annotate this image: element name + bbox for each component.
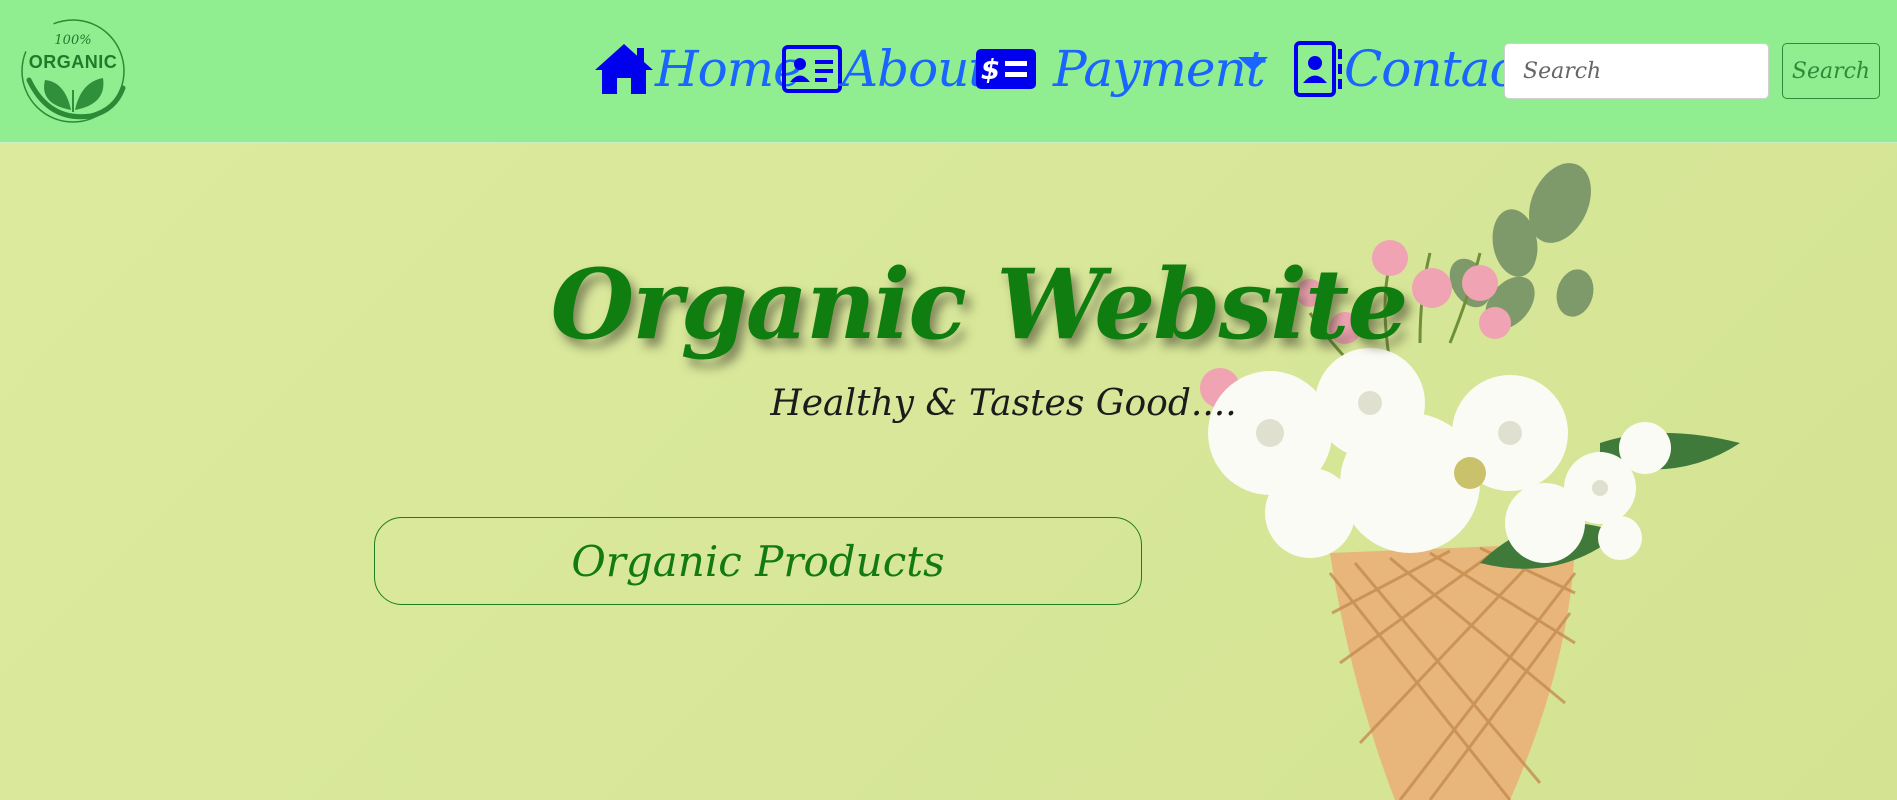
nav-home-link[interactable]: Home	[593, 36, 803, 102]
nav-about-label: About	[842, 40, 989, 98]
navbar: 100% ORGANIC Home About $ Payment Contac…	[0, 0, 1897, 143]
organic-products-button[interactable]: Organic Products	[374, 517, 1142, 605]
nav-payment-link[interactable]: $ Payment	[975, 36, 1266, 102]
flower-cone-image	[1180, 143, 1760, 800]
home-icon	[595, 44, 653, 94]
nav-home-label: Home	[655, 40, 803, 98]
search-input[interactable]	[1504, 43, 1769, 99]
contact-book-icon	[1294, 41, 1342, 97]
nav-payment-label: Payment	[1053, 40, 1266, 98]
hero-subtitle: Healthy & Tastes Good....	[770, 383, 1237, 424]
logo-organic-text: ORGANIC	[28, 52, 118, 72]
logo-percent-text: 100%	[54, 33, 92, 48]
money-check-icon: $	[976, 49, 1036, 89]
nav-contact-link[interactable]: Contact	[1294, 36, 1537, 102]
nav-about-link[interactable]: About	[782, 36, 989, 102]
payment-dropdown-caret-icon[interactable]	[1238, 57, 1268, 71]
id-card-icon	[782, 45, 842, 93]
hero-section: Organic Website Healthy & Tastes Good...…	[0, 143, 1897, 800]
hero-title: Organic Website	[550, 248, 1409, 361]
svg-text:$: $	[981, 53, 999, 86]
organic-logo[interactable]: 100% ORGANIC	[19, 18, 127, 124]
search-button[interactable]: Search	[1782, 43, 1880, 99]
